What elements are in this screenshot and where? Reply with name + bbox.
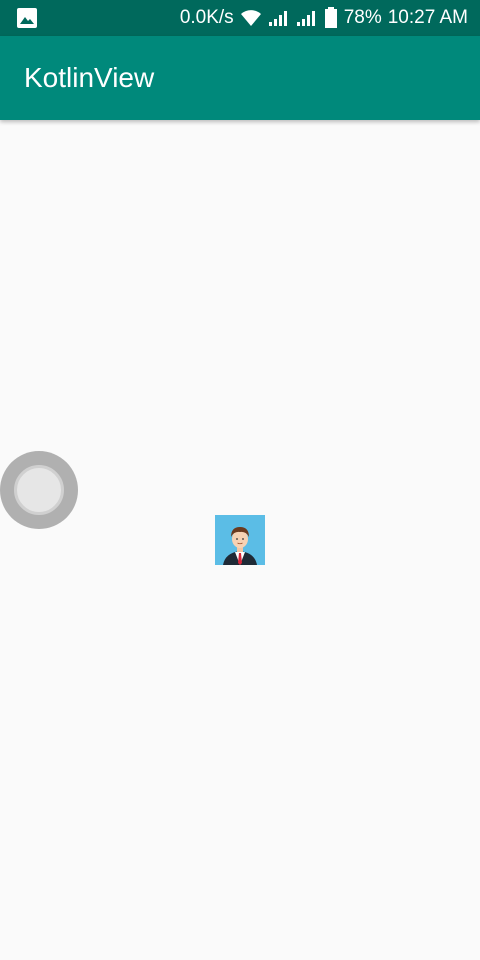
app-title: KotlinView xyxy=(24,62,155,93)
status-bar: 0.0K/s 78% 10:27 AM xyxy=(0,0,480,36)
signal-icon-1 xyxy=(268,9,290,27)
screen: 0.0K/s 78% 10:27 AM KotlinView xyxy=(0,0,480,960)
battery-percent: 78% xyxy=(343,7,382,28)
wifi-icon xyxy=(240,9,262,27)
gallery-icon xyxy=(16,7,38,29)
assistive-touch-inner xyxy=(14,465,64,515)
businessman-avatar-icon xyxy=(215,515,265,565)
status-right: 0.0K/s 78% 10:27 AM xyxy=(180,7,468,29)
battery-icon xyxy=(324,7,338,29)
clock: 10:27 AM xyxy=(387,7,468,28)
avatar xyxy=(215,515,265,565)
app-bar: KotlinView xyxy=(0,36,480,120)
network-speed: 0.0K/s xyxy=(179,7,234,28)
signal-icon-2 xyxy=(296,9,318,27)
assistive-touch-button[interactable] xyxy=(0,451,78,529)
status-left xyxy=(16,7,180,29)
